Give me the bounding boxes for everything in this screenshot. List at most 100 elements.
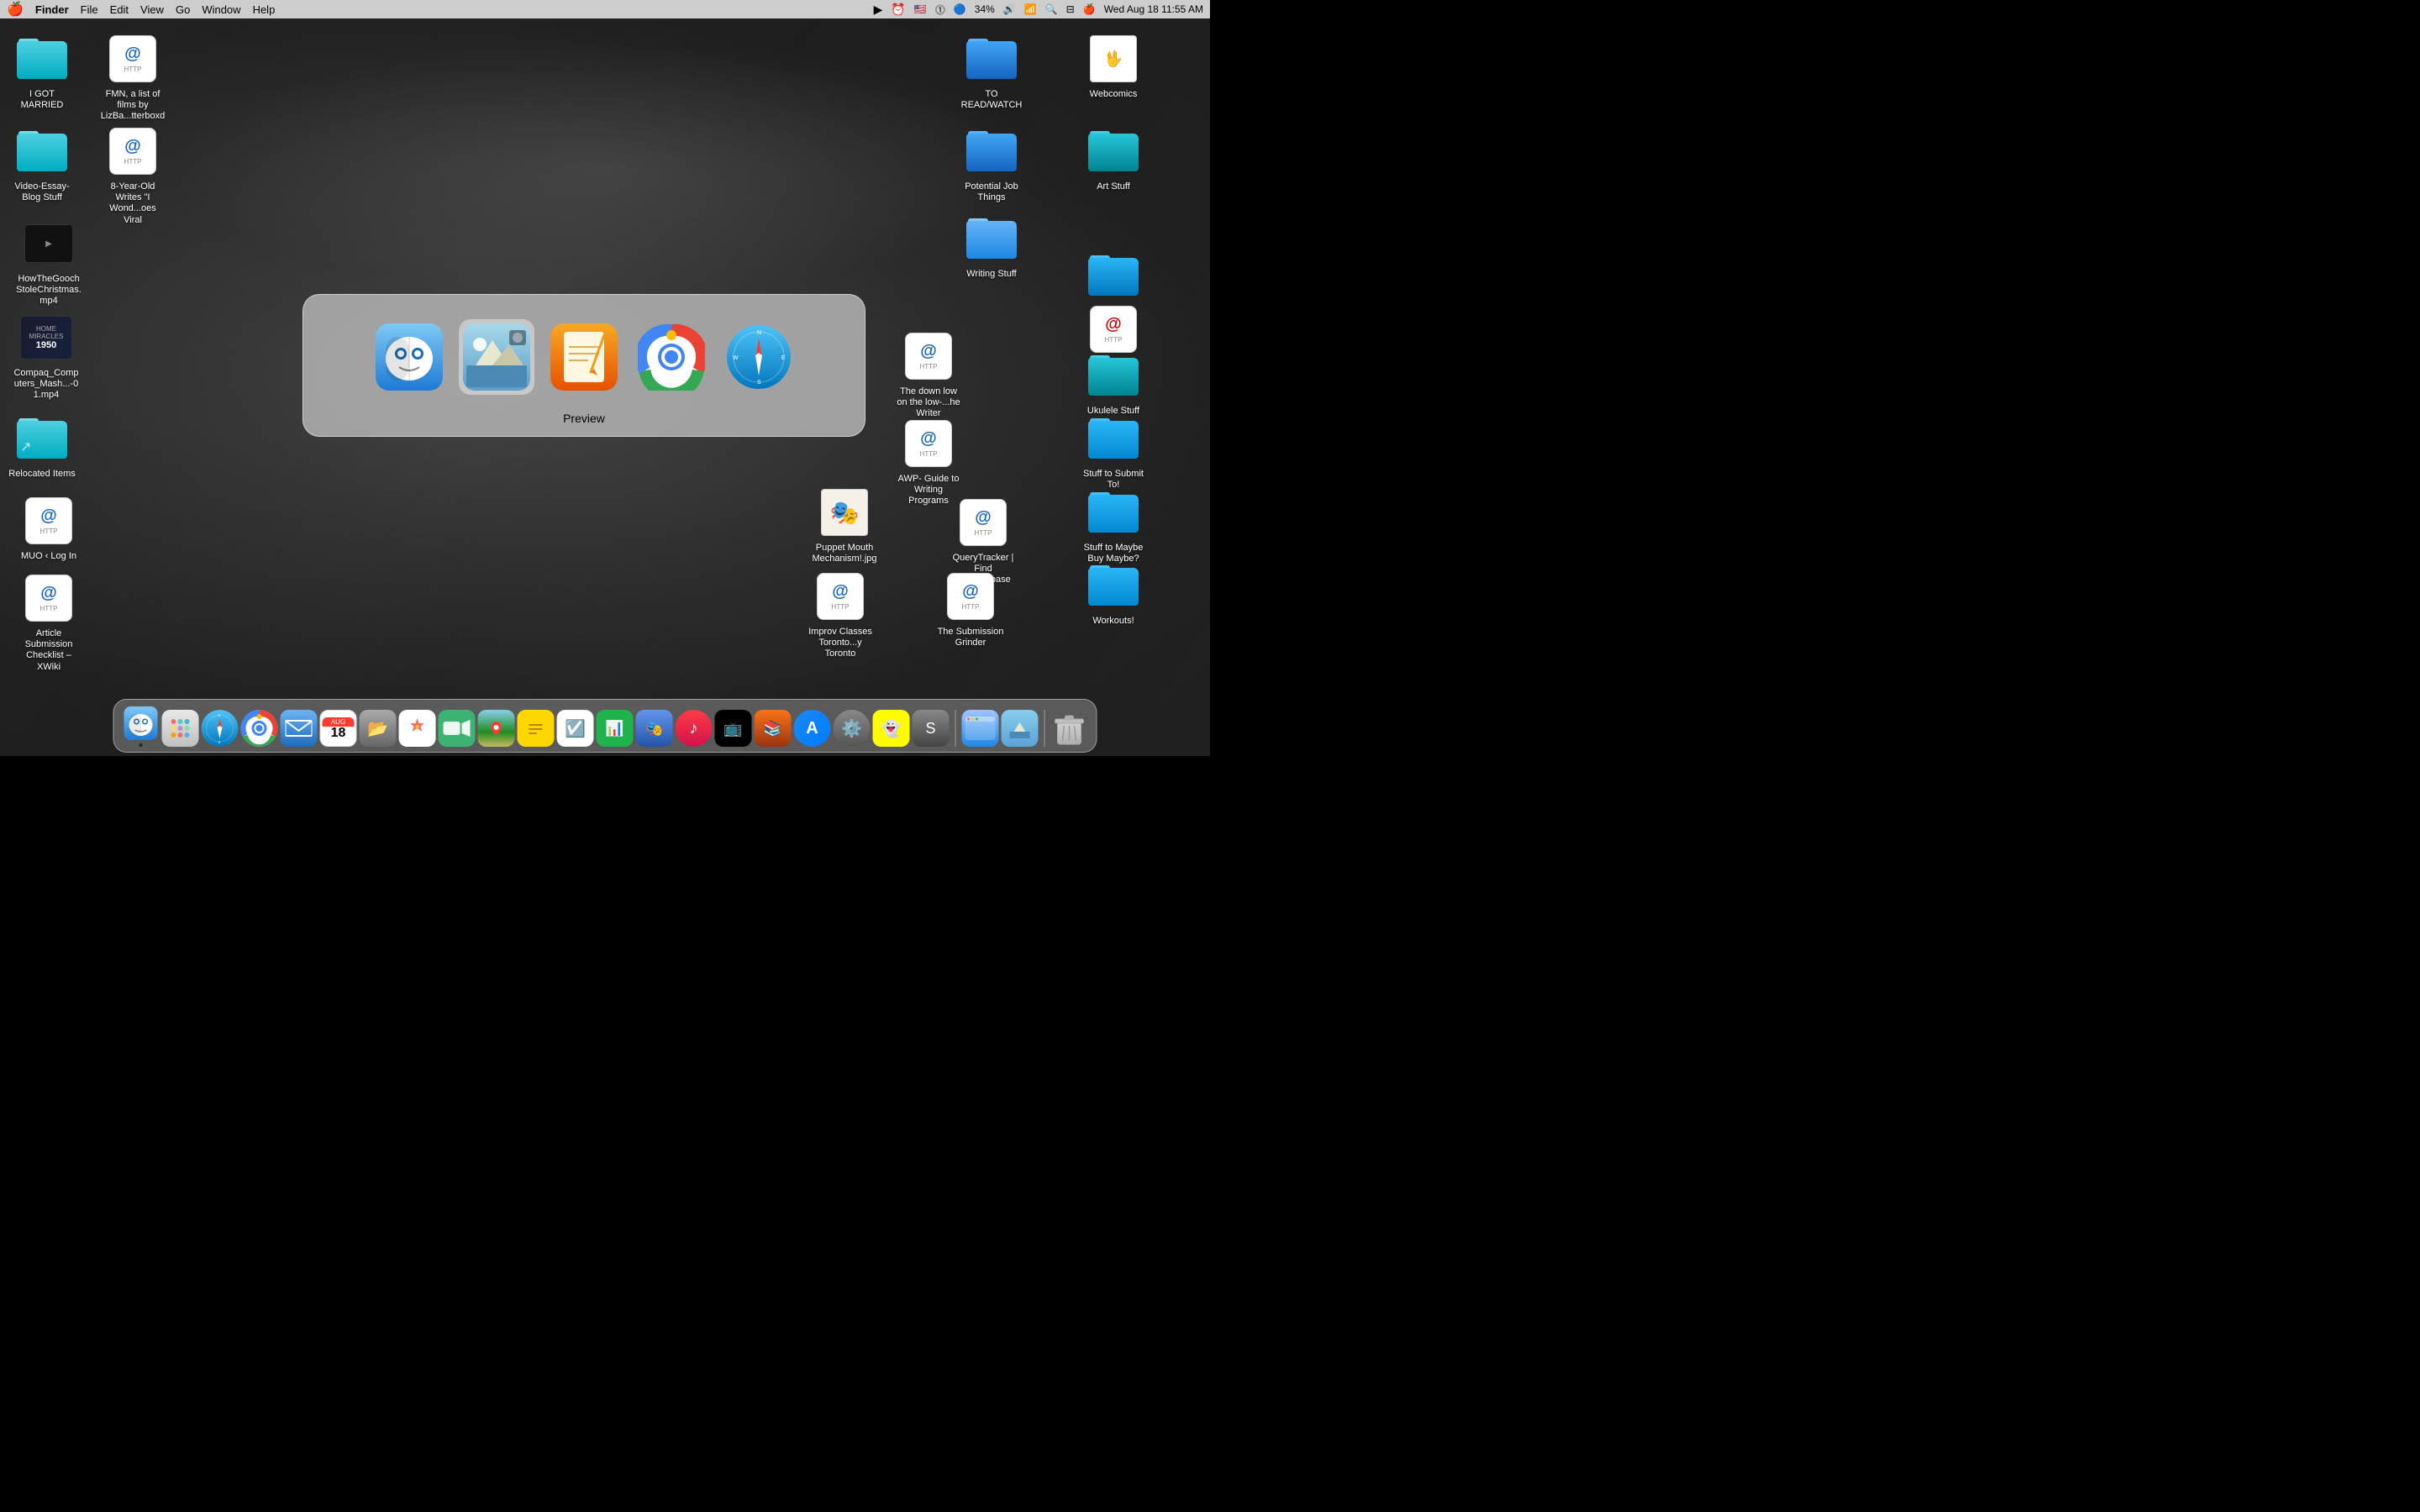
folder-icon-img (965, 124, 1018, 178)
http-icon-img: @ HTTP (106, 32, 160, 86)
dock-item-keynote[interactable]: 🎭 (636, 710, 673, 747)
dock-item-files[interactable]: 📂 (360, 710, 397, 747)
dock-item-notes[interactable] (518, 710, 555, 747)
dock-separator (955, 710, 956, 747)
http-icon-img: @ HTTP (902, 329, 955, 383)
dock-item-safari[interactable]: N S (202, 710, 239, 747)
http-icon-img: @ HTTP (944, 570, 997, 623)
dock-item-finder-window[interactable] (962, 710, 999, 747)
dock-item-trash[interactable] (1051, 710, 1088, 747)
wifi-icon[interactable]: 📶 (1024, 3, 1037, 15)
dock-separator-2 (1044, 710, 1045, 747)
desktop-icon-puppet-mouth[interactable]: 🎭 Puppet Mouth Mechanism!.jpg (807, 486, 882, 564)
window-menu[interactable]: Window (202, 3, 240, 16)
help-menu[interactable]: Help (253, 3, 276, 16)
switcher-item-pages[interactable] (546, 319, 622, 395)
accessibility-icon[interactable]: ⓵ (935, 3, 945, 17)
icon-label: Puppet Mouth Mechanism!.jpg (811, 543, 878, 564)
app-switcher: N S W E Preview (302, 294, 865, 437)
folder-icon-img (1086, 559, 1140, 612)
dock-item-finder[interactable] (123, 705, 160, 747)
dock: N S (113, 699, 1097, 753)
desktop-icon-submission-grinder[interactable]: @ HTTP The Submission Grinder (929, 570, 1013, 648)
bluetooth-icon[interactable]: 🔵 (954, 3, 966, 15)
dock-item-books[interactable]: 📚 (755, 710, 792, 747)
dock-item-maps[interactable] (478, 710, 515, 747)
battery-level: 34% (975, 3, 995, 15)
time-machine-icon[interactable]: ⏰ (891, 3, 905, 17)
desktop-icon-fmn-films[interactable]: @ HTTP FMN, a list of films by LizBa...t… (99, 32, 166, 123)
dock-item-numbers[interactable]: 📊 (597, 710, 634, 747)
icon-label: TO READ/WATCH (958, 89, 1025, 111)
notification-icon[interactable]: 🍎 (1083, 3, 1096, 15)
dock-item-snapchat[interactable]: 👻 (873, 710, 910, 747)
icon-label: Compaq_Computers_Mash...-01.mp4 (13, 368, 80, 402)
icon-label: Improv Classes Toronto...y Toronto (807, 627, 874, 660)
switcher-item-chrome[interactable] (634, 319, 709, 395)
desktop-icon-video-essay[interactable]: Video-Essay-Blog Stuff (8, 124, 76, 203)
desktop-icon-awp-guide[interactable]: @ HTTP AWP- Guide to Writing Programs (886, 417, 971, 507)
folder-icon-img (1086, 486, 1140, 539)
dock-item-appstore[interactable]: A (794, 710, 831, 747)
dock-item-launchpad[interactable] (162, 710, 199, 747)
dock-item-preview-stack[interactable] (1002, 710, 1039, 747)
dock-item-reminders[interactable]: ☑️ (557, 710, 594, 747)
go-menu[interactable]: Go (176, 3, 190, 16)
desktop-icon-article-checklist[interactable]: @ HTTP Article Submission Checklist – XW… (15, 571, 82, 673)
file-menu[interactable]: File (81, 3, 98, 16)
desktop-icon-gooch[interactable]: ▶ HowTheGoochStoleChristmas.mp4 (15, 217, 82, 307)
icon-label: Workouts! (1092, 616, 1134, 627)
desktop: 🍎 Finder File Edit View Go Window Help ▶… (0, 0, 1210, 756)
dock-dot (139, 743, 143, 747)
desktop-icon-stuff-buy[interactable]: Stuff to Maybe Buy Maybe? (1076, 486, 1151, 564)
dock-item-calendar[interactable]: AUG 18 (320, 710, 357, 747)
http-icon-img: @ HTTP (956, 496, 1010, 549)
search-icon[interactable]: 🔍 (1045, 3, 1058, 15)
desktop-icon-improv[interactable]: @ HTTP Improv Classes Toronto...y Toront… (798, 570, 882, 660)
http-icon-img: 🖖 (1086, 32, 1140, 86)
view-menu[interactable]: View (140, 3, 164, 16)
desktop-icon-muo-login[interactable]: @ HTTP MUO ‹ Log In (15, 494, 82, 562)
desktop-icon-i-got-married[interactable]: I GOT MARRIED (8, 32, 76, 111)
desktop-icon-workouts[interactable]: Workouts! (1076, 559, 1151, 627)
switcher-item-preview[interactable] (459, 319, 534, 395)
apple-menu[interactable]: 🍎 (7, 1, 24, 18)
dock-item-music[interactable]: ♪ (676, 710, 713, 747)
icon-label: MUO ‹ Log In (21, 551, 76, 562)
desktop-icon-to-read-watch[interactable]: TO READ/WATCH (958, 32, 1025, 111)
dock-item-appletv[interactable]: 📺 (715, 710, 752, 747)
http-icon-img: @ HTTP (813, 570, 867, 623)
desktop-icon-art-stuff[interactable]: Art Stuff (1076, 124, 1151, 192)
desktop-icon-potential-job[interactable]: Potential Job Things (958, 124, 1025, 203)
desktop-icon-compaq[interactable]: HOME MIRACLES1950 Compaq_Computers_Mash.… (8, 311, 84, 402)
dock-item-mail[interactable] (281, 710, 318, 747)
desktop-icon-writing-stuff[interactable]: Writing Stuff (958, 212, 1025, 280)
play-icon: ▶ (874, 3, 883, 17)
switcher-item-finder[interactable] (371, 319, 447, 395)
svg-text:N: N (218, 713, 221, 717)
dock-item-facetime[interactable] (439, 710, 476, 747)
desktop-icon-8year[interactable]: @ HTTP 8-Year-Old Writes "I Wond...oes V… (99, 124, 166, 226)
flag-icon: 🇺🇸 (914, 3, 927, 15)
desktop-icon-webcomics[interactable]: 🖖 Webcomics (1076, 32, 1151, 100)
dock-item-system-prefs[interactable]: ⚙️ (834, 710, 871, 747)
video-icon-img: ▶ (22, 217, 76, 270)
desktop-icon-relocated[interactable]: ↗ Relocated Items (8, 412, 76, 480)
dock-item-scrivener[interactable]: S (913, 710, 950, 747)
control-center-icon[interactable]: ⊟ (1066, 3, 1075, 15)
desktop-icon-stuff-submit[interactable]: Stuff to Submit To! (1076, 412, 1151, 491)
edit-menu[interactable]: Edit (110, 3, 129, 16)
switcher-item-safari[interactable]: N S W E (721, 319, 797, 395)
desktop-icon-ukulele[interactable]: Ukulele Stuff (1076, 349, 1151, 417)
icon-label: Article Submission Checklist – XWiki (15, 628, 82, 673)
movie-icon-img: HOME MIRACLES1950 (19, 311, 73, 365)
desktop-icon-down-low[interactable]: @ HTTP The down low on the low-...he Wri… (886, 329, 971, 420)
dock-item-photos[interactable] (399, 710, 436, 747)
dock-item-chrome[interactable] (241, 710, 278, 747)
icon-label: FMN, a list of films by LizBa...tterboxd (99, 89, 166, 123)
svg-text:S: S (757, 380, 761, 386)
folder-icon-img (15, 32, 69, 86)
volume-icon[interactable]: 🔊 (1003, 3, 1016, 15)
icon-label: Writing Stuff (966, 269, 1017, 280)
app-name-menu[interactable]: Finder (35, 3, 69, 16)
